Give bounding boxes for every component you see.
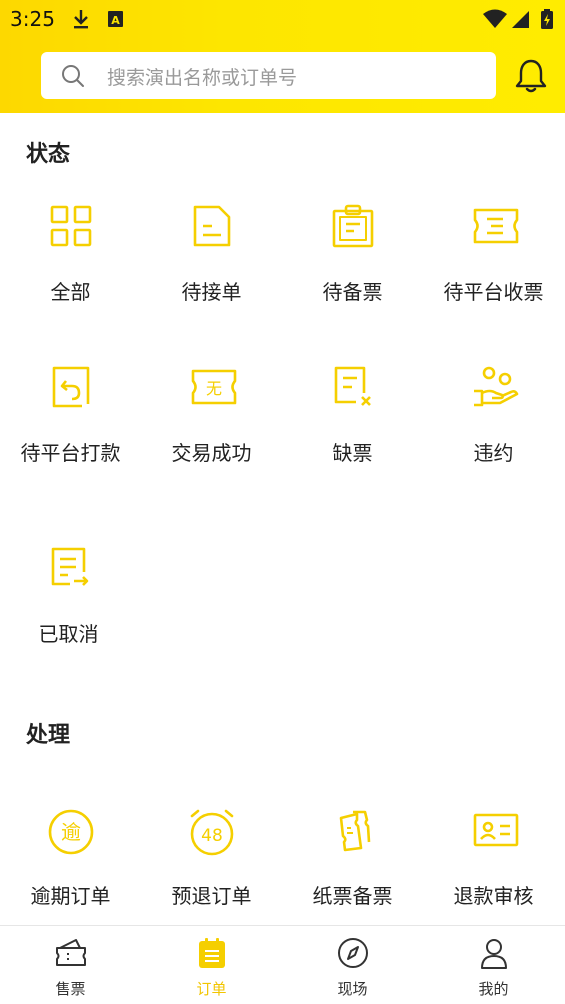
status-item-label: 全部 <box>50 280 91 304</box>
doc-arrow-icon <box>48 546 92 590</box>
process-refund-review-button[interactable]: 退款审核 <box>423 808 564 938</box>
signal-icon <box>511 8 531 34</box>
status-pending-platform-receive-button[interactable]: 待平台收票 <box>423 204 564 334</box>
doc-cross-icon <box>331 365 375 409</box>
tab-onsite[interactable]: 现场 <box>282 926 423 1004</box>
search-input[interactable]: 搜索演出名称或订单号 <box>41 52 496 99</box>
app-a-icon: A <box>106 8 126 34</box>
status-item-label: 交易成功 <box>171 441 252 465</box>
hand-people-icon <box>472 365 518 409</box>
process-section-title: 处理 <box>26 723 71 748</box>
tab-label: 现场 <box>337 980 368 998</box>
status-breach-button[interactable]: 违约 <box>423 365 564 495</box>
tab-label: 订单 <box>196 980 227 998</box>
bottom-tab-bar: 售票 订单 现场 我的 <box>0 925 565 1004</box>
header: 3:25 A 搜索演出名称或订单号 <box>0 0 565 113</box>
process-pre-refund-button[interactable]: 48 预退订单 <box>141 808 282 938</box>
search-placeholder: 搜索演出名称或订单号 <box>107 67 298 89</box>
tab-label: 售票 <box>55 980 86 998</box>
status-all-button[interactable]: 全部 <box>0 204 141 334</box>
status-item-label: 待备票 <box>322 280 383 304</box>
wifi-icon <box>482 8 508 34</box>
compass-icon <box>336 936 370 970</box>
status-pending-payout-button[interactable]: 待平台打款 <box>0 365 141 495</box>
status-item-label: 已取消 <box>38 622 99 646</box>
bell-icon[interactable] <box>514 58 548 98</box>
download-icon <box>70 8 92 34</box>
tab-label: 我的 <box>478 980 509 998</box>
status-bar: 3:25 A <box>0 0 565 38</box>
process-paper-ticket-button[interactable]: 纸票备票 <box>282 808 423 938</box>
status-out-of-stock-button[interactable]: 缺票 <box>282 365 423 495</box>
process-item-label: 预退订单 <box>171 884 252 908</box>
id-card-icon <box>472 808 518 852</box>
grid-icon <box>49 204 93 248</box>
tab-mine[interactable]: 我的 <box>423 926 564 1004</box>
battery-charging-icon <box>540 8 554 34</box>
status-pending-accept-button[interactable]: 待接单 <box>141 204 282 334</box>
status-cancelled-button[interactable]: 已取消 <box>0 546 141 676</box>
status-time: 3:25 <box>10 7 55 31</box>
status-pending-ticket-button[interactable]: 待备票 <box>282 204 423 334</box>
document-icon <box>190 204 234 248</box>
ticket-tab-icon <box>54 936 88 970</box>
ticket-icon <box>472 204 518 248</box>
overdue-icon: 逾 <box>47 808 95 856</box>
svg-text:无: 无 <box>205 379 221 398</box>
tab-ticket-sale[interactable]: 售票 <box>0 926 141 1004</box>
alarm-glyph: 48 <box>201 826 223 846</box>
alarm-clock-icon: 48 <box>188 808 236 856</box>
tab-orders[interactable]: 订单 <box>141 926 282 1004</box>
refund-icon <box>49 365 93 409</box>
status-item-label: 缺票 <box>332 441 373 465</box>
process-overdue-button[interactable]: 逾 逾期订单 <box>0 808 141 938</box>
order-tab-icon <box>195 936 229 970</box>
ticket-none-icon: 无 <box>190 365 236 409</box>
user-icon <box>477 936 511 970</box>
process-item-label: 退款审核 <box>453 884 534 908</box>
paper-ticket-icon <box>331 808 375 852</box>
svg-text:A: A <box>111 14 120 27</box>
status-item-label: 待接单 <box>181 280 242 304</box>
status-success-button[interactable]: 无 交易成功 <box>141 365 282 495</box>
process-item-label: 纸票备票 <box>312 884 393 908</box>
process-item-label: 逾期订单 <box>30 884 111 908</box>
status-section-title: 状态 <box>26 142 71 167</box>
overdue-glyph: 逾 <box>61 820 81 844</box>
status-item-label: 违约 <box>473 441 514 465</box>
search-icon <box>61 64 85 92</box>
status-item-label: 待平台收票 <box>443 280 544 304</box>
status-item-label: 待平台打款 <box>20 441 121 465</box>
clipboard-icon <box>331 204 375 248</box>
